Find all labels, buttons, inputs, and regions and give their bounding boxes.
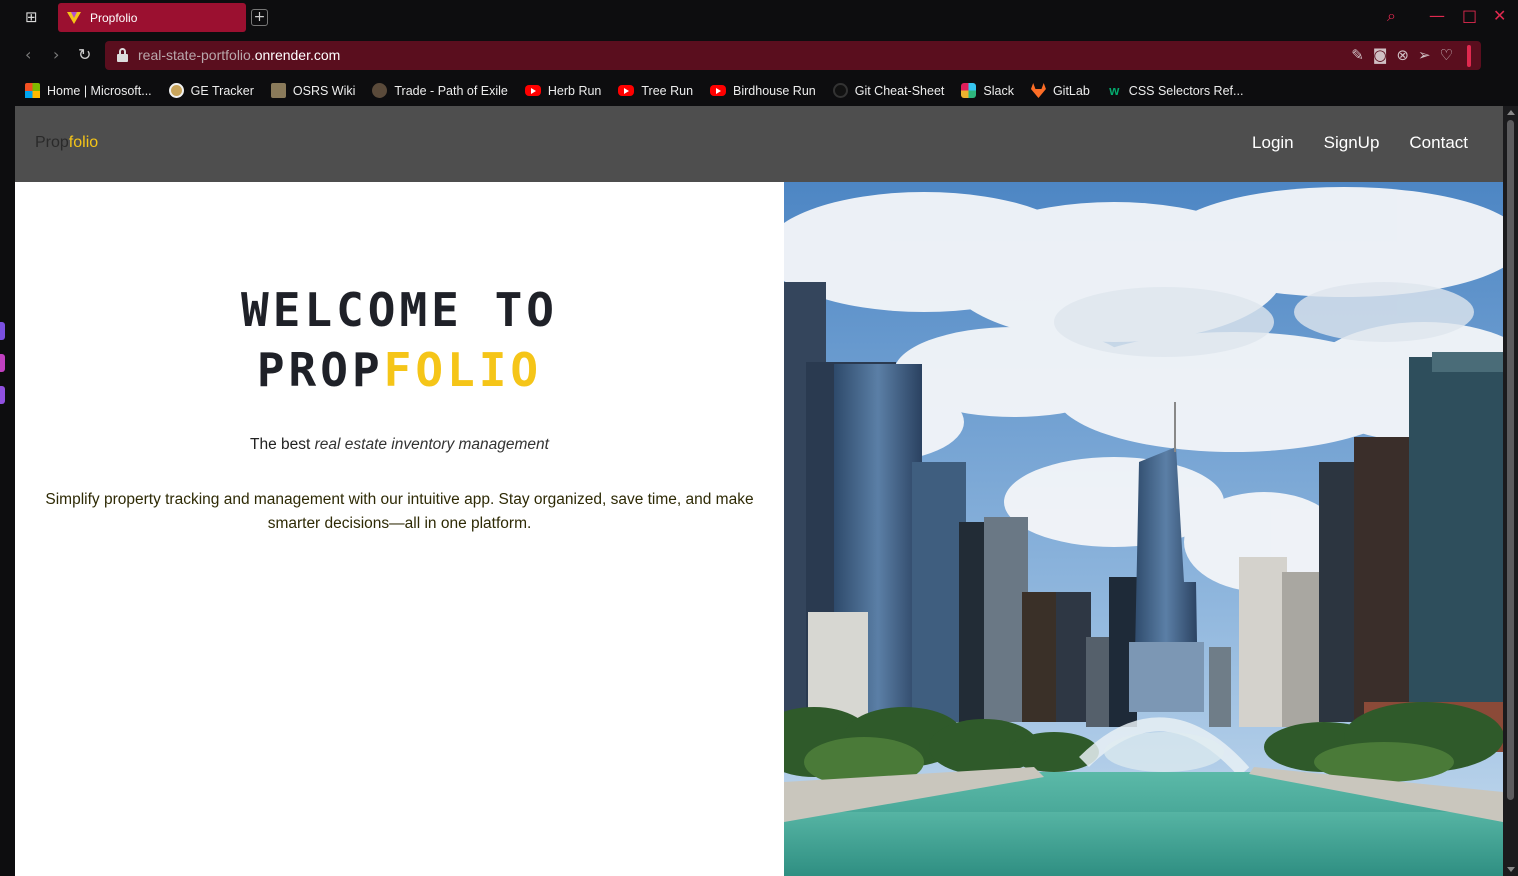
- search-icon[interactable]: ⌕: [1387, 6, 1396, 26]
- scroll-down-icon[interactable]: [1507, 867, 1515, 872]
- bookmark-osrs-wiki[interactable]: OSRS Wiki: [270, 83, 355, 98]
- heart-icon[interactable]: ♡: [1440, 46, 1453, 64]
- bookmark-css-selectors[interactable]: w CSS Selectors Ref...: [1107, 83, 1243, 98]
- ge-tracker-icon: [168, 83, 184, 98]
- bookmark-slack[interactable]: Slack: [961, 83, 1014, 98]
- sidebar-panel-icon[interactable]: [0, 322, 5, 340]
- sidebar-panel-icon[interactable]: [0, 386, 5, 404]
- page-viewport: Propfolio Login SignUp Contact WELCOME T…: [15, 106, 1503, 876]
- shield-icon[interactable]: ⊗: [1396, 46, 1409, 64]
- bookmark-gitlab[interactable]: GitLab: [1030, 83, 1090, 98]
- youtube-icon: [618, 85, 635, 96]
- brand-logo[interactable]: Propfolio: [35, 134, 98, 152]
- tab-propfolio[interactable]: Propfolio: [58, 3, 246, 32]
- address-bar[interactable]: real-state-portfolio.onrender.com ✎ ◙ ⊗ …: [105, 41, 1481, 70]
- back-icon[interactable]: ‹: [25, 45, 31, 64]
- hero-subtitle: The best real estate inventory managemen…: [250, 436, 549, 453]
- hero-text-panel: WELCOME TO PROPFOLIO The best real estat…: [15, 182, 784, 876]
- sidebar-toggle[interactable]: [1467, 45, 1471, 67]
- browser-sidebar-strip: [0, 0, 15, 876]
- gamepad-menu-icon[interactable]: ⊞: [25, 8, 45, 26]
- bookmark-herb-run[interactable]: Herb Run: [524, 84, 601, 98]
- login-link[interactable]: Login: [1252, 133, 1294, 153]
- hero-city-image: [784, 182, 1503, 876]
- address-bar-actions: ✎ ◙ ⊗ ➢ ♡: [1351, 46, 1453, 64]
- w3schools-icon: w: [1109, 83, 1120, 98]
- close-icon[interactable]: ✕: [1493, 6, 1506, 25]
- sidebar-panel-icon[interactable]: [0, 354, 5, 372]
- lock-icon[interactable]: [117, 48, 128, 62]
- minimize-icon[interactable]: —: [1429, 6, 1445, 25]
- tab-bar: ⊞ Propfolio + ⌕ — □ ✕: [15, 0, 1518, 36]
- gitlab-icon: [1030, 83, 1046, 98]
- path-of-exile-icon: [372, 83, 388, 98]
- new-tab-button[interactable]: +: [251, 9, 268, 26]
- url-text[interactable]: real-state-portfolio.onrender.com: [138, 47, 340, 63]
- contact-link[interactable]: Contact: [1409, 133, 1468, 153]
- scroll-thumb[interactable]: [1507, 120, 1514, 800]
- bookmark-git-cheat-sheet[interactable]: Git Cheat-Sheet: [832, 83, 944, 98]
- page-scrollbar[interactable]: [1503, 106, 1518, 876]
- tab-title: Propfolio: [90, 10, 138, 25]
- bookmark-ge-tracker[interactable]: GE Tracker: [168, 83, 254, 98]
- forward-icon[interactable]: ›: [53, 45, 59, 64]
- site-nav-links: Login SignUp Contact: [1252, 133, 1468, 153]
- reload-icon[interactable]: ↻: [78, 45, 91, 64]
- bookmark-tree-run[interactable]: Tree Run: [618, 84, 693, 98]
- site-navbar: Propfolio Login SignUp Contact: [15, 106, 1503, 182]
- signup-link[interactable]: SignUp: [1324, 133, 1380, 153]
- edit-icon[interactable]: ✎: [1351, 46, 1364, 64]
- github-icon: [832, 83, 848, 98]
- send-icon[interactable]: ➢: [1418, 46, 1431, 64]
- youtube-icon: [710, 85, 727, 96]
- maximize-icon[interactable]: □: [1462, 6, 1477, 25]
- hero-description: Simplify property tracking and managemen…: [45, 491, 754, 532]
- bookmark-birdhouse-run[interactable]: Birdhouse Run: [710, 84, 816, 98]
- scroll-up-icon[interactable]: [1507, 110, 1515, 115]
- microsoft-icon: [25, 83, 40, 98]
- propfolio-favicon-icon: [66, 10, 82, 26]
- bookmarks-bar: Home | Microsoft... GE Tracker OSRS Wiki…: [15, 76, 1518, 105]
- youtube-icon: [524, 85, 541, 96]
- osrs-wiki-icon: [270, 83, 286, 98]
- browser-toolbar: ‹ › ↻ real-state-portfolio.onrender.com …: [15, 36, 1518, 76]
- camera-icon[interactable]: ◙: [1373, 46, 1388, 64]
- bookmark-path-of-exile[interactable]: Trade - Path of Exile: [372, 83, 508, 98]
- hero-title: WELCOME TO PROPFOLIO: [241, 283, 558, 397]
- slack-icon: [961, 83, 977, 98]
- bookmark-microsoft[interactable]: Home | Microsoft...: [25, 83, 152, 98]
